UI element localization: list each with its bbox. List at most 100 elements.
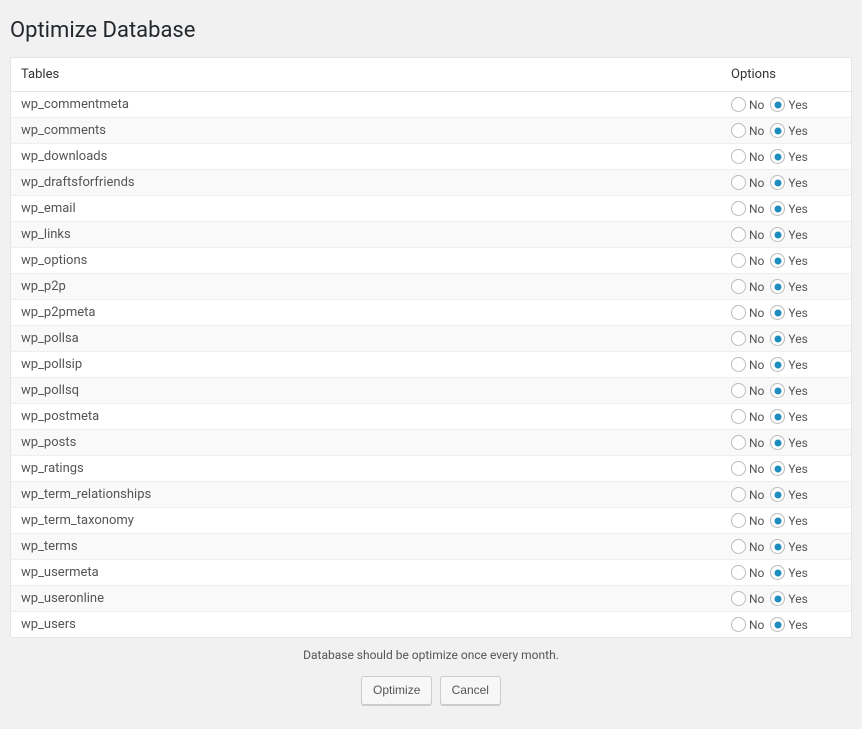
radio-no-item[interactable]: No bbox=[731, 175, 764, 190]
radio-yes[interactable] bbox=[770, 513, 785, 528]
radio-no[interactable] bbox=[731, 123, 746, 138]
radio-yes-item[interactable]: Yes bbox=[770, 539, 807, 554]
table-options-cell: No Yes bbox=[721, 300, 851, 326]
radio-yes-item[interactable]: Yes bbox=[770, 513, 807, 528]
radio-yes[interactable] bbox=[770, 591, 785, 606]
radio-yes[interactable] bbox=[770, 539, 785, 554]
radio-yes[interactable] bbox=[770, 565, 785, 580]
radio-no-item[interactable]: No bbox=[731, 149, 764, 164]
radio-no-item[interactable]: No bbox=[731, 565, 764, 580]
radio-no[interactable] bbox=[731, 201, 746, 216]
radio-no-item[interactable]: No bbox=[731, 409, 764, 424]
radio-yes-item[interactable]: Yes bbox=[770, 305, 807, 320]
radio-no-item[interactable]: No bbox=[731, 331, 764, 346]
radio-yes[interactable] bbox=[770, 461, 785, 476]
radio-group: No Yes bbox=[731, 175, 841, 190]
radio-no[interactable] bbox=[731, 617, 746, 632]
radio-no-item[interactable]: No bbox=[731, 591, 764, 606]
table-options-cell: No Yes bbox=[721, 352, 851, 378]
radio-no[interactable] bbox=[731, 149, 746, 164]
radio-no-item[interactable]: No bbox=[731, 435, 764, 450]
radio-yes-item[interactable]: Yes bbox=[770, 253, 807, 268]
radio-no-item[interactable]: No bbox=[731, 357, 764, 372]
radio-no[interactable] bbox=[731, 539, 746, 554]
radio-no[interactable] bbox=[731, 227, 746, 242]
cancel-button[interactable]: Cancel bbox=[440, 676, 501, 705]
radio-yes[interactable] bbox=[770, 279, 785, 294]
radio-no[interactable] bbox=[731, 253, 746, 268]
radio-yes-item[interactable]: Yes bbox=[770, 149, 807, 164]
radio-yes-item[interactable]: Yes bbox=[770, 487, 807, 502]
radio-yes-label: Yes bbox=[788, 488, 807, 502]
radio-no-item[interactable]: No bbox=[731, 461, 764, 476]
radio-no-item[interactable]: No bbox=[731, 201, 764, 216]
radio-yes-item[interactable]: Yes bbox=[770, 409, 807, 424]
radio-no[interactable] bbox=[731, 409, 746, 424]
radio-yes-item[interactable]: Yes bbox=[770, 565, 807, 580]
optimize-button[interactable]: Optimize bbox=[361, 676, 432, 705]
radio-yes-item[interactable]: Yes bbox=[770, 435, 807, 450]
radio-no[interactable] bbox=[731, 565, 746, 580]
radio-yes[interactable] bbox=[770, 149, 785, 164]
radio-yes-item[interactable]: Yes bbox=[770, 357, 807, 372]
radio-yes-item[interactable]: Yes bbox=[770, 461, 807, 476]
page-title: Optimize Database bbox=[10, 10, 852, 57]
radio-no[interactable] bbox=[731, 461, 746, 476]
radio-yes[interactable] bbox=[770, 201, 785, 216]
radio-yes[interactable] bbox=[770, 357, 785, 372]
radio-yes-item[interactable]: Yes bbox=[770, 617, 807, 632]
table-options-cell: No Yes bbox=[721, 326, 851, 352]
radio-no-label: No bbox=[749, 514, 764, 528]
radio-yes-label: Yes bbox=[788, 462, 807, 476]
radio-no[interactable] bbox=[731, 513, 746, 528]
radio-no[interactable] bbox=[731, 487, 746, 502]
radio-no[interactable] bbox=[731, 331, 746, 346]
radio-yes[interactable] bbox=[770, 123, 785, 138]
radio-yes-item[interactable]: Yes bbox=[770, 227, 807, 242]
radio-yes[interactable] bbox=[770, 331, 785, 346]
table-row: wp_pollsaNoYes bbox=[11, 326, 851, 352]
radio-no-item[interactable]: No bbox=[731, 227, 764, 242]
radio-no[interactable] bbox=[731, 305, 746, 320]
radio-yes-item[interactable]: Yes bbox=[770, 383, 807, 398]
radio-yes[interactable] bbox=[770, 97, 785, 112]
radio-yes[interactable] bbox=[770, 227, 785, 242]
radio-no[interactable] bbox=[731, 175, 746, 190]
radio-no-item[interactable]: No bbox=[731, 97, 764, 112]
radio-yes[interactable] bbox=[770, 487, 785, 502]
radio-yes[interactable] bbox=[770, 617, 785, 632]
radio-no[interactable] bbox=[731, 97, 746, 112]
radio-yes[interactable] bbox=[770, 383, 785, 398]
radio-no[interactable] bbox=[731, 357, 746, 372]
radio-no-item[interactable]: No bbox=[731, 383, 764, 398]
radio-no[interactable] bbox=[731, 435, 746, 450]
radio-yes-item[interactable]: Yes bbox=[770, 97, 807, 112]
table-row: wp_pollsqNoYes bbox=[11, 378, 851, 404]
table-name-cell: wp_p2pmeta bbox=[11, 300, 721, 326]
table-header-row: Tables Options bbox=[11, 58, 851, 92]
radio-yes-item[interactable]: Yes bbox=[770, 123, 807, 138]
radio-yes[interactable] bbox=[770, 305, 785, 320]
radio-no-item[interactable]: No bbox=[731, 487, 764, 502]
radio-no-item[interactable]: No bbox=[731, 279, 764, 294]
radio-yes-item[interactable]: Yes bbox=[770, 175, 807, 190]
radio-yes-label: Yes bbox=[788, 540, 807, 554]
radio-yes[interactable] bbox=[770, 409, 785, 424]
radio-group: No Yes bbox=[731, 201, 841, 216]
radio-no[interactable] bbox=[731, 279, 746, 294]
radio-no-item[interactable]: No bbox=[731, 513, 764, 528]
radio-yes[interactable] bbox=[770, 175, 785, 190]
radio-no-item[interactable]: No bbox=[731, 539, 764, 554]
radio-no-item[interactable]: No bbox=[731, 253, 764, 268]
radio-yes-item[interactable]: Yes bbox=[770, 331, 807, 346]
radio-no[interactable] bbox=[731, 591, 746, 606]
radio-no-item[interactable]: No bbox=[731, 305, 764, 320]
radio-no[interactable] bbox=[731, 383, 746, 398]
radio-yes[interactable] bbox=[770, 253, 785, 268]
radio-yes-item[interactable]: Yes bbox=[770, 279, 807, 294]
radio-yes-item[interactable]: Yes bbox=[770, 591, 807, 606]
radio-no-item[interactable]: No bbox=[731, 617, 764, 632]
radio-no-item[interactable]: No bbox=[731, 123, 764, 138]
radio-yes[interactable] bbox=[770, 435, 785, 450]
radio-yes-item[interactable]: Yes bbox=[770, 201, 807, 216]
